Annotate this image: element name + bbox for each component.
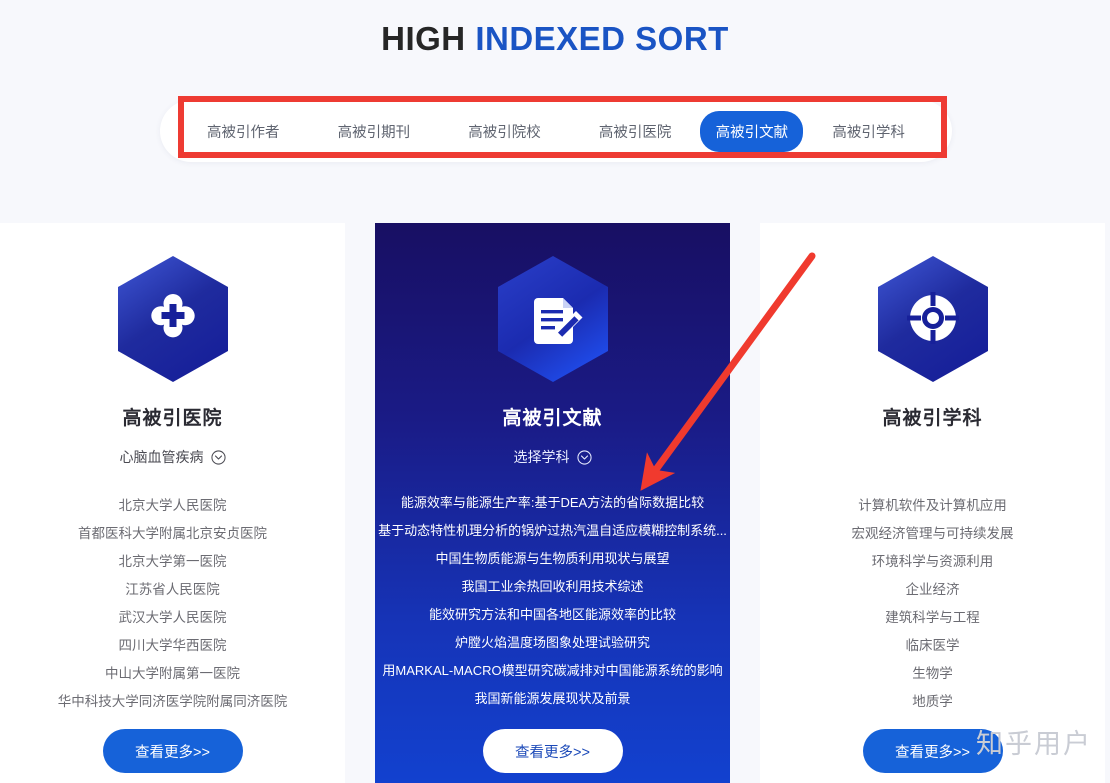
tab-5[interactable]: 高被引学科: [803, 112, 934, 151]
list-item[interactable]: 炉膛火焰温度场图象处理试验研究: [455, 629, 650, 657]
card-hospitals: 高被引医院心脑血管疾病 北京大学人民医院 首都医科大学附属北京安贞医院 北京大学第一…: [0, 223, 345, 783]
tab-list: 高被引作者 高被引期刊 高被引院校 高被引医院 高被引文献 高被引学科: [160, 110, 952, 152]
list-item[interactable]: 计算机软件及计算机应用: [858, 492, 1007, 520]
page-header: HIGH INDEXED SORT: [0, 0, 1110, 78]
list-item[interactable]: 建筑科学与工程: [885, 604, 980, 632]
list-item[interactable]: 武汉大学人民医院: [119, 604, 227, 632]
chevron-down-icon[interactable]: [576, 449, 592, 465]
card-disciplines: 高被引学科计算机软件及计算机应用 宏观经济管理与可持续发展 环境科学与资源利用 企业经…: [760, 223, 1105, 783]
list-item[interactable]: 企业经济: [906, 576, 960, 604]
card-gap: [345, 223, 375, 783]
list-item[interactable]: 宏观经济管理与可持续发展: [852, 520, 1014, 548]
list-item[interactable]: 我国新能源发展现状及前景: [474, 685, 630, 713]
page-title-primary: HIGH: [381, 20, 466, 57]
card-subtitle-selector[interactable]: 选择学科: [514, 447, 592, 467]
tab-bar: 高被引作者 高被引期刊 高被引院校 高被引医院 高被引文献 高被引学科: [160, 100, 952, 162]
tab-label: 高被引院校: [468, 124, 541, 141]
card-icon-area: [874, 245, 992, 395]
tab-label: 高被引学科: [832, 124, 905, 141]
tab-label: 高被引文献: [715, 124, 789, 141]
tab-2[interactable]: 高被引院校: [439, 112, 570, 151]
list-item[interactable]: 地质学: [912, 688, 953, 716]
chevron-down-icon[interactable]: [210, 449, 226, 465]
card-gap: [730, 223, 760, 783]
page-title-secondary: INDEXED SORT: [475, 20, 729, 57]
list-item[interactable]: 能效研究方法和中国各地区能源效率的比较: [429, 601, 676, 629]
tab-label: 高被引医院: [598, 124, 672, 141]
hexagon-target-icon: [877, 256, 988, 382]
chevron-down-circle-icon[interactable]: [210, 449, 226, 465]
list-item[interactable]: 江苏省人民医院: [125, 576, 220, 604]
list-item[interactable]: 我国工业余热回收利用技术综述: [461, 573, 643, 601]
card-subtitle-label: 心脑血管疾病: [119, 449, 204, 465]
card-list: 北京大学人民医院 首都医科大学附属北京安贞医院 北京大学第一医院 江苏省人民医院 武汉大…: [0, 492, 345, 716]
card-title: 高被引医院: [122, 408, 223, 429]
card-subtitle-selector[interactable]: 心脑血管疾病: [120, 447, 226, 467]
tab-active-4[interactable]: 高被引文献: [700, 110, 804, 152]
card-title: 高被引学科: [882, 408, 983, 429]
document-pencil-icon: [497, 256, 608, 382]
card-title: 高被引文献: [502, 408, 603, 429]
list-item[interactable]: 用MARKAL-MACRO模型研究碳减排对中国能源系统的影响: [382, 657, 722, 685]
list-item[interactable]: 临床医学: [906, 632, 960, 660]
view-more-button[interactable]: 查看更多>>: [102, 729, 243, 773]
tab-1[interactable]: 高被引期刊: [309, 112, 440, 151]
card-icon-area: [114, 245, 232, 395]
list-item[interactable]: 北京大学人民医院: [119, 492, 227, 520]
list-item[interactable]: 中山大学附属第一医院: [105, 660, 240, 688]
watermark: 知乎用户: [976, 729, 1092, 759]
list-item[interactable]: 能源效率与能源生产率:基于DEA方法的省际数据比较: [401, 489, 704, 517]
page-title: HIGH INDEXED SORT: [381, 20, 729, 58]
card-row: 高被引医院心脑血管疾病 北京大学人民医院 首都医科大学附属北京安贞医院 北京大学第一…: [0, 223, 1110, 783]
list-item[interactable]: 中国生物质能源与生物质利用现状与展望: [435, 545, 669, 573]
card-subtitle-label: 选择学科: [513, 449, 570, 465]
tab-3[interactable]: 高被引医院: [570, 112, 701, 151]
chevron-down-circle-icon[interactable]: [576, 449, 592, 465]
list-item[interactable]: 华中科技大学同济医学院附属同济医院: [58, 688, 288, 716]
view-more-button[interactable]: 查看更多>>: [482, 729, 623, 773]
card-literature: 高被引文献选择学科 能源效率与能源生产率:基于DEA方法的省际数据比较 基于动态特…: [375, 223, 730, 783]
card-footer: 查看更多>>: [0, 729, 345, 773]
list-item[interactable]: 四川大学华西医院: [119, 632, 227, 660]
card-footer: 查看更多>>: [375, 729, 730, 773]
card-list: 计算机软件及计算机应用 宏观经济管理与可持续发展 环境科学与资源利用 企业经济 建筑科学…: [760, 492, 1105, 716]
tab-label: 高被引作者: [207, 124, 280, 141]
page-root: HIGH INDEXED SORT 高被引作者 高被引期刊 高被引院校 高被引医院 高被…: [0, 0, 1110, 783]
list-item[interactable]: 首都医科大学附属北京安贞医院: [78, 520, 267, 548]
tab-label: 高被引期刊: [337, 124, 411, 141]
hexagon-medical-cross-icon: [117, 256, 228, 382]
card-icon-area: [494, 245, 612, 395]
tab-0[interactable]: 高被引作者: [178, 112, 309, 151]
list-item[interactable]: 基于动态特性机理分析的锅炉过热汽温自适应模糊控制系统...: [378, 517, 727, 545]
list-item[interactable]: 环境科学与资源利用: [872, 548, 994, 576]
list-item[interactable]: 北京大学第一医院: [119, 548, 227, 576]
card-list: 能源效率与能源生产率:基于DEA方法的省际数据比较 基于动态特性机理分析的锅炉过热…: [375, 489, 730, 713]
list-item[interactable]: 生物学: [912, 660, 953, 688]
